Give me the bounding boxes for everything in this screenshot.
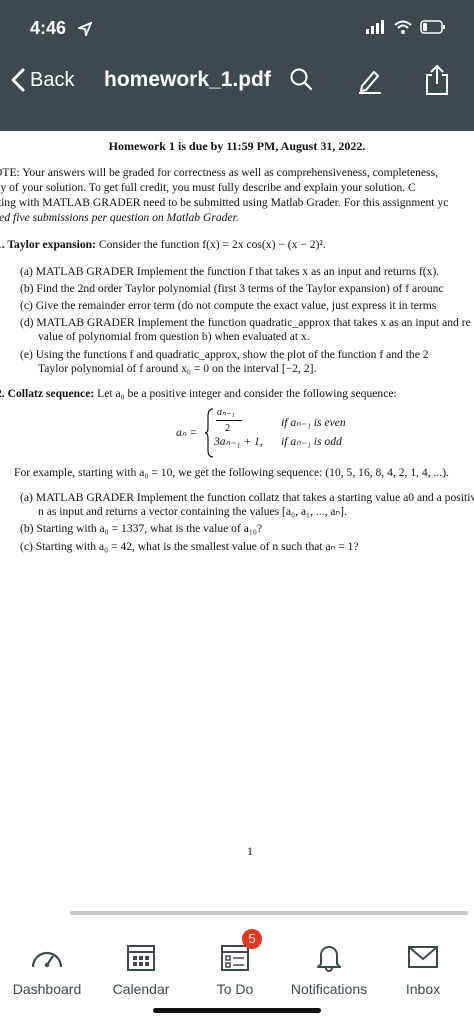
dashboard-icon — [31, 951, 63, 968]
question-1b: (b) Find the 2nd order Taylor polynomial… — [20, 282, 444, 295]
section-taylor: 1. Taylor expansion: Consider the functi… — [0, 237, 326, 252]
battery-icon — [420, 20, 445, 34]
question-1d-cont: value of polynomial from question b) whe… — [38, 330, 310, 343]
search-button[interactable] — [288, 66, 314, 97]
tab-label: Calendar — [112, 981, 170, 997]
tab-dashboard[interactable]: Dashboard — [0, 925, 94, 997]
status-time: 4:46 — [30, 18, 67, 38]
signal-icon — [366, 20, 384, 34]
pdf-page[interactable]: Homework 1 is due by 11:59 PM, August 31… — [0, 131, 474, 911]
case2-expression: 3aₙ₋₁ + 1, — [214, 435, 263, 448]
note-line: ved five submissions per question on Mat… — [0, 211, 239, 224]
section-collatz: 2. Collatz sequence: Let a₀ be a positiv… — [0, 386, 397, 401]
note-paragraph: OTE: Your answers will be graded for cor… — [0, 165, 474, 225]
tab-calendar[interactable]: Calendar — [94, 925, 188, 997]
tab-inbox[interactable]: Inbox — [376, 925, 470, 997]
note-line: ity of your solution. To get full credit… — [0, 181, 416, 194]
section-text: Consider the function f(x) = 2x cos(x) −… — [98, 238, 326, 251]
due-date-heading: Homework 1 is due by 11:59 PM, August 31… — [108, 139, 366, 153]
horizontal-scrollbar[interactable] — [70, 911, 468, 915]
annotate-button[interactable] — [356, 66, 384, 99]
wifi-icon — [394, 20, 412, 34]
tab-label: Inbox — [405, 981, 441, 997]
case2-condition: if aₙ₋₁ is odd — [281, 435, 342, 448]
tab-label: Dashboard — [12, 981, 82, 997]
question-2c: (c) Starting with a₀ = 42, what is the s… — [20, 540, 359, 553]
question-2a-cont: n as input and returns a vector containi… — [38, 505, 347, 518]
back-button[interactable]: Back — [10, 68, 74, 92]
status-icons — [366, 20, 446, 34]
note-line: rting with MATLAB GRADER need to be subm… — [0, 196, 449, 209]
question-1d: (d) MATLAB GRADER Implement the function… — [20, 316, 471, 329]
tab-label: To Do — [216, 981, 254, 997]
back-label: Back — [30, 68, 75, 91]
location-arrow-icon — [75, 21, 93, 41]
brace-icon — [204, 408, 214, 458]
page-number: 1 — [247, 844, 253, 858]
question-1a: (a) MATLAB GRADER Implement the function… — [20, 265, 440, 278]
equation-lhs: aₙ = — [176, 426, 198, 439]
calendar-icon — [127, 945, 155, 971]
bell-icon — [317, 946, 341, 972]
nav-bar: Back homework_1.pdf — [0, 62, 474, 106]
page-title: homework_1.pdf — [104, 68, 271, 91]
todo-count-badge: 5 — [242, 929, 262, 949]
question-1e: (e) Using the functions f and quadratic_… — [20, 348, 429, 361]
section-title: 2. Collatz sequence: — [0, 387, 95, 400]
case1-condition: if aₙ₋₁ is even — [281, 416, 346, 429]
app-header: 4:46 Back homework_1.pdf — [0, 0, 474, 131]
search-icon — [290, 68, 313, 91]
note-line: OTE: Your answers will be graded for cor… — [0, 166, 438, 179]
share-icon — [426, 64, 448, 95]
chevron-left-icon — [11, 68, 25, 92]
home-indicator — [153, 1008, 321, 1013]
question-2a: (a) MATLAB GRADER Implement the function… — [20, 491, 474, 504]
question-2b: (b) Starting with a₀ = 1337, what is the… — [20, 522, 263, 535]
example-text: For example, starting with a₀ = 10, we g… — [14, 466, 449, 479]
mail-icon — [408, 946, 438, 968]
question-1e-cont: Taylor polynomial of f around x₀ = 0 on … — [38, 362, 317, 375]
tab-notifications[interactable]: Notifications — [282, 925, 376, 997]
section-title: 1. Taylor expansion: — [0, 238, 96, 251]
pen-icon — [359, 71, 381, 94]
section-text: Let a₀ be a positive integer and conside… — [97, 387, 397, 400]
case1-numerator: aₙ₋₁ — [217, 407, 235, 418]
share-button[interactable] — [424, 64, 450, 101]
tab-label: Notifications — [290, 981, 368, 997]
tab-todo[interactable]: To Do 5 — [188, 925, 282, 997]
question-1c: (c) Give the remainder error term (do no… — [20, 299, 437, 312]
